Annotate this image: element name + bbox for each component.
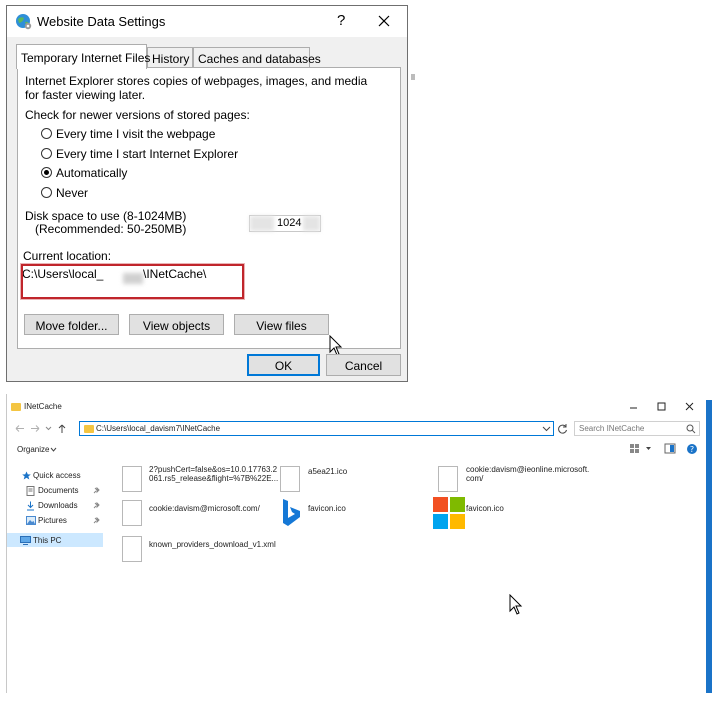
file-icon[interactable]	[438, 466, 458, 492]
radio-label: Automatically	[56, 166, 128, 180]
globe-settings-icon	[16, 14, 32, 30]
redacted-blur	[303, 216, 320, 231]
search-placeholder: Search INetCache	[579, 424, 645, 433]
recent-chevron-icon[interactable]	[45, 426, 52, 431]
view-dropdown-icon[interactable]	[646, 447, 651, 450]
redacted-blur	[250, 216, 274, 231]
highlight-box	[21, 264, 244, 299]
view-files-button[interactable]: View files	[234, 314, 329, 335]
current-location-label: Current location:	[23, 249, 112, 263]
file-name[interactable]: known_providers_download_v1.xml	[149, 540, 276, 549]
disk-space-label: Disk space to use (8-1024MB)	[25, 209, 187, 223]
radio-every-visit[interactable]	[41, 128, 52, 139]
description-line-1: Internet Explorer stores copies of webpa…	[25, 74, 368, 88]
forward-arrow-icon[interactable]	[31, 425, 40, 432]
file-icon[interactable]	[122, 500, 142, 526]
up-arrow-icon[interactable]	[58, 424, 66, 433]
pin-icon	[93, 517, 100, 524]
search-input[interactable]: Search INetCache	[574, 421, 700, 436]
folder-icon	[84, 425, 94, 433]
tab-history[interactable]: History	[147, 47, 193, 68]
organize-chevron-icon	[50, 447, 57, 452]
website-data-settings-dialog: Website Data Settings ? Temporary Intern…	[6, 5, 415, 382]
tab-caches-and-databases[interactable]: Caches and databases	[193, 47, 321, 68]
address-text: C:\Users\local_davism7\INetCache	[96, 424, 221, 433]
dialog-title: Website Data Settings	[37, 14, 166, 29]
close-button[interactable]	[373, 10, 395, 32]
radio-automatically[interactable]	[41, 167, 52, 178]
file-name[interactable]: com/	[466, 474, 483, 483]
disk-space-stepper[interactable]: 1024	[249, 215, 321, 232]
move-folder-button[interactable]: Move folder...	[24, 314, 119, 335]
file-name[interactable]: a5ea21.ico	[308, 467, 347, 476]
file-name[interactable]: favicon.ico	[466, 504, 504, 513]
nav-documents[interactable]: Documents	[38, 486, 78, 495]
cancel-button[interactable]: Cancel	[326, 354, 401, 376]
change-view-icon[interactable]	[630, 444, 639, 453]
file-name[interactable]: cookie:davism@ieonline.microsoft.	[466, 465, 589, 474]
help-button[interactable]: ?	[337, 12, 345, 29]
preview-pane-icon[interactable]	[664, 443, 676, 454]
close-icon	[378, 15, 390, 27]
star-icon	[22, 471, 31, 480]
help-icon[interactable]: ?	[687, 444, 697, 454]
organize-button[interactable]: Organize	[17, 445, 49, 454]
mouse-cursor-icon	[329, 335, 343, 356]
nav-arrows	[15, 424, 66, 433]
nav-this-pc[interactable]: This PC	[33, 536, 61, 545]
bing-icon[interactable]	[280, 498, 302, 528]
window-controls	[630, 402, 694, 411]
file-icon[interactable]	[280, 466, 300, 492]
radio-every-start[interactable]	[41, 148, 52, 159]
back-arrow-icon[interactable]	[15, 425, 24, 432]
radio-label: Never	[56, 186, 89, 200]
radio-label: Every time I start Internet Explorer	[56, 147, 239, 161]
description-line-2: for faster viewing later.	[25, 88, 146, 102]
file-name[interactable]: favicon.ico	[308, 504, 346, 513]
file-icon[interactable]	[122, 466, 142, 492]
file-explorer-window	[6, 394, 706, 693]
download-icon	[27, 501, 34, 511]
svg-text:?: ?	[690, 445, 694, 454]
file-name[interactable]: 2?pushCert=false&os=10.0.17763.2	[149, 465, 277, 474]
address-bar[interactable]: C:\Users\local_davism7\INetCache	[79, 421, 554, 436]
microsoft-logo-icon[interactable]	[433, 497, 465, 529]
view-objects-button[interactable]: View objects	[129, 314, 224, 335]
tab-temporary-internet-files[interactable]: Temporary Internet Files	[16, 44, 150, 69]
search-icon	[686, 424, 696, 434]
nav-pictures[interactable]: Pictures	[38, 516, 67, 525]
pin-icon	[93, 502, 100, 509]
disk-space-value: 1024	[277, 217, 302, 229]
computer-icon	[20, 536, 31, 545]
folder-icon	[11, 403, 21, 411]
maximize-icon[interactable]	[657, 402, 666, 411]
check-heading: Check for newer versions of stored pages…	[25, 108, 250, 122]
panel-edge-mark	[411, 74, 415, 80]
pin-icon	[93, 487, 100, 494]
mouse-cursor-icon	[509, 594, 523, 615]
file-name[interactable]: 061.rs5_release&flight=%7B%22E...	[149, 474, 278, 483]
radio-label: Every time I visit the webpage	[56, 127, 216, 141]
disk-space-recommended: (Recommended: 50-250MB)	[35, 222, 187, 236]
address-dropdown-icon[interactable]	[542, 425, 551, 433]
pictures-icon	[26, 516, 36, 525]
ok-button[interactable]: OK	[247, 354, 320, 376]
background-window-edge	[706, 400, 712, 693]
file-name[interactable]: cookie:davism@microsoft.com/	[149, 504, 260, 513]
view-options: ?	[630, 443, 697, 454]
radio-never[interactable]	[41, 187, 52, 198]
nav-quick-access[interactable]: Quick access	[33, 471, 81, 480]
documents-icon	[26, 486, 35, 496]
file-icon[interactable]	[122, 536, 142, 562]
nav-downloads[interactable]: Downloads	[38, 501, 78, 510]
refresh-icon[interactable]	[557, 423, 569, 434]
explorer-title: INetCache	[24, 402, 62, 411]
close-icon[interactable]	[685, 402, 694, 411]
